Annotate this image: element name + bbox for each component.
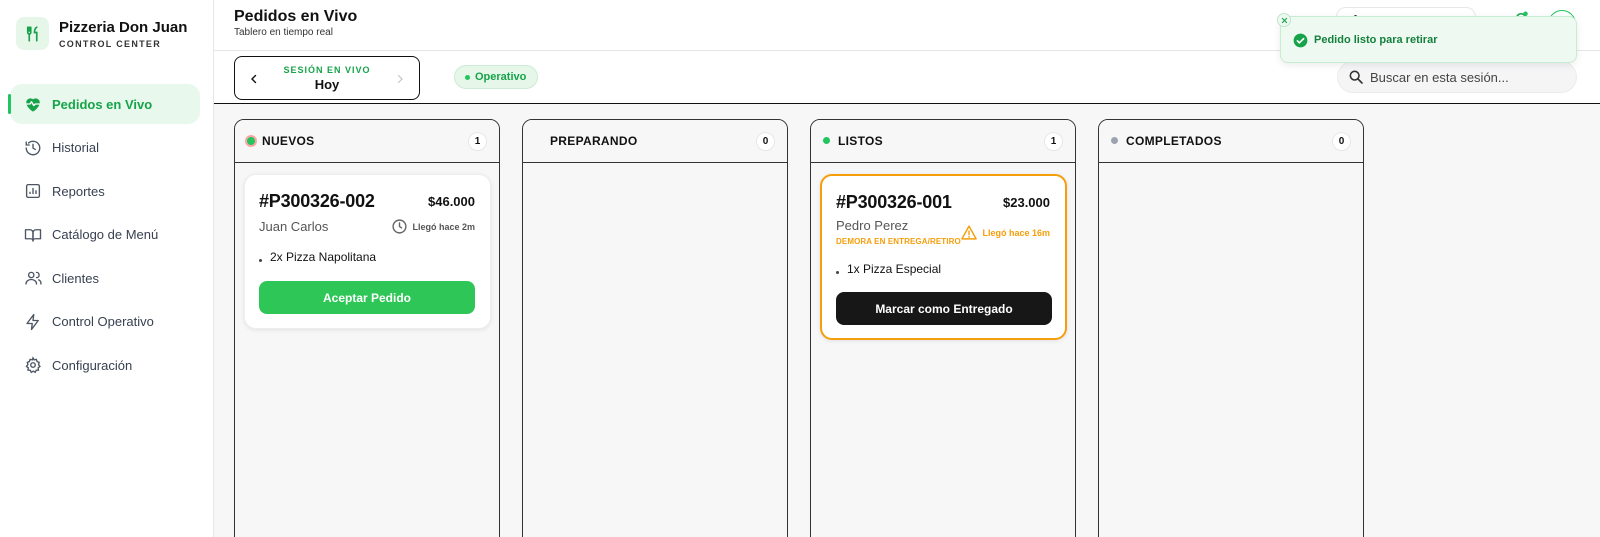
order-delay-warning: DEMORA EN ENTREGA/RETIRO <box>836 237 961 246</box>
column-dot <box>823 137 830 144</box>
column-header: COMPLETADOS 0 <box>1099 120 1363 163</box>
order-arrived: Llegó hace 16m <box>960 224 1050 241</box>
order-id: #P300326-001 <box>836 192 952 212</box>
column-count: 0 <box>1332 132 1351 151</box>
warning-icon <box>961 225 978 240</box>
sidebar-item-label: Clientes <box>52 270 99 286</box>
brand-subtitle: CONTROL CENTER <box>59 38 162 49</box>
column-count: 0 <box>756 132 775 151</box>
gear-icon <box>23 355 43 375</box>
sidebar-item-configuracion[interactable]: Configuración <box>10 345 200 385</box>
sidebar-item-label: Catálogo de Menú <box>52 227 159 242</box>
column-header: NUEVOS 1 <box>235 120 499 163</box>
order-id: #P300326-002 <box>259 191 375 211</box>
column-header: LISTOS 1 <box>811 120 1075 163</box>
column-dot <box>247 137 255 145</box>
main-area: Pedidos en Vivo Tablero en tiempo real S… <box>214 0 1600 537</box>
book-open-icon <box>23 225 43 245</box>
sidebar-item-control-operativo[interactable]: Control Operativo <box>10 302 200 342</box>
order-arrived-text: Llegó hace 2m <box>412 221 475 232</box>
order-total: $46.000 <box>428 194 475 209</box>
sidebar-item-label: Configuración <box>52 357 133 373</box>
history-icon <box>23 138 43 158</box>
column-nuevos: NUEVOS 1 #P300326-002 $46.000 Juan Carlo… <box>234 119 500 537</box>
order-card[interactable]: #P300326-002 $46.000 Juan Carlos Llegó h… <box>244 174 491 329</box>
session-next-button[interactable] <box>389 68 411 90</box>
bolt-icon <box>23 312 43 332</box>
brand-name: Pizzeria Don Juan <box>59 18 188 36</box>
sidebar-item-label: Reportes <box>52 183 105 199</box>
search-icon <box>1349 70 1363 84</box>
column-header: PREPARANDO 0 <box>523 120 787 163</box>
column-preparando: PREPARANDO 0 <box>522 119 788 537</box>
column-listos: LISTOS 1 #P300326-001 $23.000 Pedro Pere… <box>810 119 1076 537</box>
page-subtitle: Tablero en tiempo real <box>234 27 333 38</box>
column-title: COMPLETADOS <box>1126 134 1222 148</box>
accept-order-button[interactable]: Aceptar Pedido <box>259 281 475 314</box>
brand: Pizzeria Don Juan CONTROL CENTER <box>16 17 187 50</box>
search-box <box>1337 61 1577 93</box>
sidebar-item-label: Control Operativo <box>52 314 154 329</box>
sidebar-item-pedidos-en-vivo[interactable]: Pedidos en Vivo <box>8 84 200 124</box>
order-card[interactable]: #P300326-001 $23.000 Pedro Perez DEMORA … <box>820 174 1067 340</box>
order-customer: Pedro Perez <box>836 218 909 233</box>
sidebar-item-reportes[interactable]: Reportes <box>10 171 200 211</box>
sidebar-item-clientes[interactable]: Clientes <box>10 258 200 298</box>
sidebar-item-label: Historial <box>52 140 99 155</box>
clock-icon <box>392 219 408 234</box>
column-completados: COMPLETADOS 0 <box>1098 119 1364 537</box>
sidebar-item-catalogo-de-menu[interactable]: Catálogo de Menú <box>10 215 200 255</box>
search-input[interactable] <box>1370 69 1560 85</box>
chevron-right-icon <box>397 74 403 84</box>
close-icon <box>1281 17 1287 23</box>
app: Pizzeria Don Juan CONTROL CENTER Pedidos… <box>0 0 1600 537</box>
column-dot <box>1111 137 1118 144</box>
column-title: LISTOS <box>838 134 883 148</box>
sidebar-item-historial[interactable]: Historial <box>10 128 200 168</box>
toast-message: Pedido listo para retirar <box>1314 34 1438 46</box>
bar-chart-icon <box>23 181 43 201</box>
order-item: 2x Pizza Napolitana <box>259 250 376 264</box>
order-total: $23.000 <box>1003 195 1050 210</box>
toast-close-button[interactable] <box>1277 13 1291 27</box>
column-title: PREPARANDO <box>550 134 638 148</box>
sidebar-nav: Pedidos en Vivo Historial Reportes Catál… <box>8 84 200 389</box>
column-count: 1 <box>468 132 487 151</box>
order-arrived-text: Llegó hace 16m <box>982 227 1050 238</box>
sidebar-item-label: Pedidos en Vivo <box>52 96 153 112</box>
check-circle-icon <box>1293 33 1308 53</box>
session-selector: SESIÓN EN VIVO Hoy <box>234 56 420 100</box>
heart-pulse-icon <box>23 94 43 114</box>
page-title: Pedidos en Vivo <box>234 8 358 25</box>
column-title: NUEVOS <box>262 134 315 148</box>
mark-delivered-button[interactable]: Marcar como Entregado <box>836 292 1052 325</box>
toast-notification: Pedido listo para retirar <box>1277 13 1577 63</box>
order-arrived: Llegó hace 2m <box>391 218 475 235</box>
order-customer: Juan Carlos <box>259 219 329 234</box>
fork-knife-icon <box>16 17 49 50</box>
users-icon <box>23 268 43 288</box>
sidebar: Pizzeria Don Juan CONTROL CENTER Pedidos… <box>0 0 214 537</box>
status-badge: Operativo <box>454 65 539 89</box>
order-item: 1x Pizza Especial <box>836 262 941 276</box>
column-count: 1 <box>1044 132 1063 151</box>
